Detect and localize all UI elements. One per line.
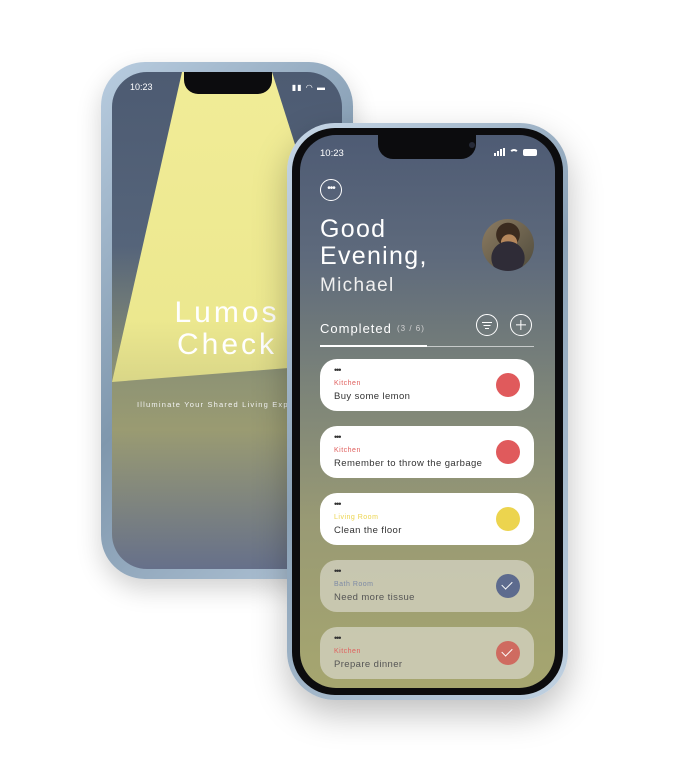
task-status-toggle[interactable]: [496, 507, 520, 531]
task-title: Need more tissue: [334, 592, 415, 603]
task-status-toggle[interactable]: [496, 641, 520, 665]
more-menu-button[interactable]: •••: [320, 179, 342, 201]
notch: [378, 135, 476, 159]
task-status-toggle[interactable]: [496, 574, 520, 598]
task-more-icon[interactable]: •••: [334, 366, 342, 375]
task-card[interactable]: ••• Living Room Clean the floor: [320, 493, 534, 545]
status-icons: ▮▮ ◠ ▬: [291, 83, 326, 92]
status-time: 10:23: [130, 82, 153, 92]
filter-button[interactable]: [476, 314, 498, 336]
greeting-line-1: Good: [320, 215, 387, 243]
task-category: Bath Room: [334, 581, 374, 588]
filter-icon-line: [485, 328, 489, 330]
user-name: Michael: [320, 275, 395, 296]
completed-count: (3 / 6): [397, 324, 425, 333]
check-icon: [501, 578, 513, 590]
task-category: Kitchen: [334, 648, 361, 655]
filter-icon-line: [483, 325, 491, 327]
camera-icon: [469, 142, 475, 148]
add-task-button[interactable]: [510, 314, 532, 336]
task-screen: 10:23 ••• Good Evening, Michael Complete…: [300, 135, 555, 688]
check-icon: [501, 645, 513, 657]
notch: [184, 72, 272, 94]
task-category: Kitchen: [334, 380, 361, 387]
tagline: Illuminate Your Shared Living Expe: [137, 400, 295, 409]
main-phone: 10:23 ••• Good Evening, Michael Complete…: [287, 123, 568, 700]
wifi-icon: [509, 148, 519, 156]
task-more-icon[interactable]: •••: [334, 433, 342, 442]
task-card[interactable]: ••• Kitchen Remember to throw the garbag…: [320, 426, 534, 478]
greeting: Good Evening,: [320, 216, 428, 270]
tab-indicator: [320, 345, 427, 347]
task-status-toggle[interactable]: [496, 373, 520, 397]
task-status-toggle[interactable]: [496, 440, 520, 464]
task-title: Prepare dinner: [334, 659, 403, 670]
greeting-line-2: Evening,: [320, 242, 428, 270]
avatar[interactable]: [482, 219, 534, 271]
status-icons: [494, 148, 537, 156]
filter-icon: [482, 322, 492, 324]
task-title: Buy some lemon: [334, 391, 411, 402]
task-title: Clean the floor: [334, 525, 402, 536]
status-time: 10:23: [320, 148, 344, 159]
signal-icon: [494, 148, 505, 156]
task-card[interactable]: ••• Bath Room Need more tissue: [320, 560, 534, 612]
task-category: Living Room: [334, 514, 379, 521]
task-category: Kitchen: [334, 447, 361, 454]
task-more-icon[interactable]: •••: [334, 567, 342, 576]
battery-icon: [523, 148, 537, 156]
section-tab-completed[interactable]: Completed: [320, 321, 392, 336]
task-more-icon[interactable]: •••: [334, 634, 342, 643]
task-card[interactable]: ••• Kitchen Prepare dinner: [320, 627, 534, 679]
task-card[interactable]: ••• Kitchen Buy some lemon: [320, 359, 534, 411]
task-title: Remember to throw the garbage: [334, 458, 483, 469]
task-more-icon[interactable]: •••: [334, 500, 342, 509]
